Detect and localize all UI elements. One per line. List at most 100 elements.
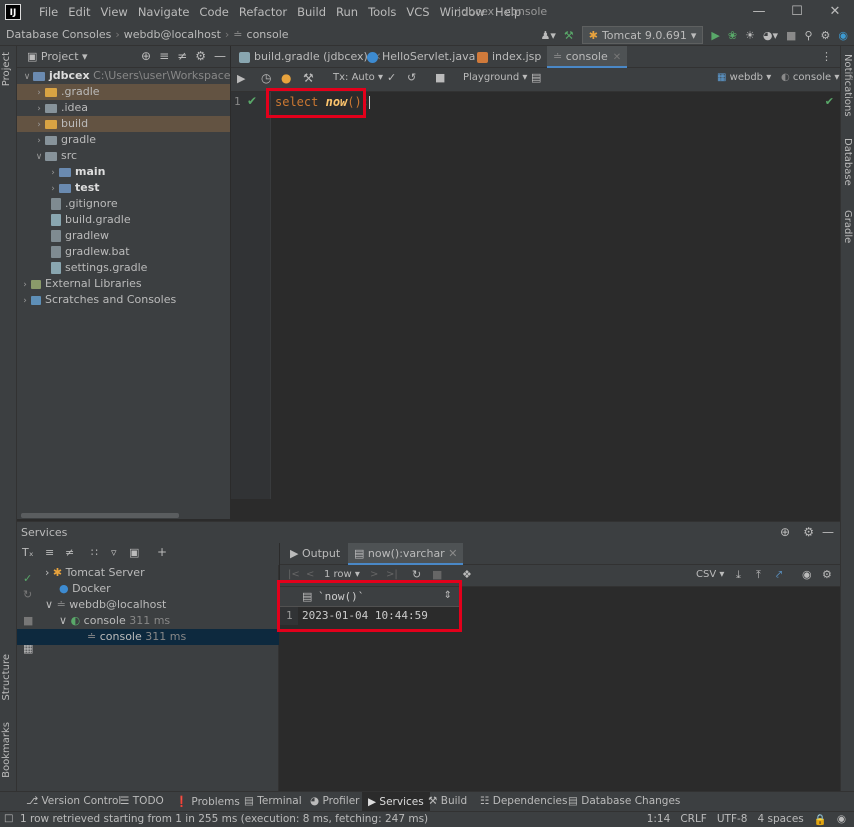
table-view-icon[interactable]: ▤ — [531, 71, 541, 84]
compare-icon[interactable]: ⤤ — [776, 568, 782, 582]
tree-item-idea[interactable]: › .idea — [17, 100, 230, 116]
status-message[interactable]: 1 row retrieved starting from 1 in 255 m… — [20, 813, 428, 825]
rollback-icon[interactable]: ↺ — [407, 71, 416, 84]
history-icon[interactable]: ◷ — [261, 71, 271, 85]
tool-todo[interactable]: ☰ TODO — [120, 795, 164, 807]
service-tomcat[interactable]: › ✱ Tomcat Server — [45, 565, 145, 581]
transaction-mode-select[interactable]: Tx: Auto ▾ — [333, 72, 383, 83]
debug-icon[interactable]: ❀ — [728, 29, 737, 42]
file-encoding[interactable]: UTF-8 — [717, 813, 748, 826]
sql-editor[interactable]: ✔ — [272, 92, 840, 499]
menu-navigate[interactable]: Navigate — [133, 5, 195, 19]
profile-icon[interactable]: ◕▾ — [763, 29, 778, 42]
view-icon[interactable]: ◉ — [802, 568, 812, 581]
explain-plan-icon[interactable]: ● — [281, 71, 291, 85]
menu-run[interactable]: Run — [331, 5, 363, 19]
cancel-icon[interactable]: ■ — [435, 71, 445, 84]
menu-code[interactable]: Code — [194, 5, 233, 19]
hide-icon[interactable]: — — [822, 525, 834, 539]
more-tabs-icon[interactable]: ⋮ — [815, 46, 838, 68]
plugin-icon[interactable]: ◉ — [838, 29, 848, 42]
service-webdb[interactable]: ∨ ≐ webdb@localhost — [45, 597, 166, 613]
upload-icon[interactable]: ⤒ — [756, 568, 761, 582]
stop-icon[interactable]: ■ — [23, 613, 33, 629]
menu-refactor[interactable]: Refactor — [234, 5, 292, 19]
menu-tools[interactable]: Tools — [363, 5, 401, 19]
structure-tool-button[interactable]: Structure — [1, 654, 12, 701]
settings-wrench-icon[interactable]: ⚒ — [303, 71, 314, 85]
collapse-all-icon[interactable]: ≠ — [65, 546, 74, 559]
breadcrumb-console[interactable]: console — [247, 28, 289, 41]
session-select[interactable]: ◐ console ▾ — [781, 72, 839, 83]
rerun-icon[interactable]: ↻ — [23, 587, 32, 603]
settings-gear-icon[interactable]: ⚙ — [822, 568, 832, 581]
menu-file[interactable]: File — [34, 5, 63, 19]
tool-version-control[interactable]: ⎇ Version Control — [26, 795, 121, 807]
tool-build[interactable]: ⚒ Build — [428, 795, 467, 807]
tree-item-scratches[interactable]: › Scratches and Consoles — [17, 292, 230, 308]
service-docker[interactable]: ● Docker — [59, 581, 111, 597]
status-window-icon[interactable]: □ — [4, 813, 13, 824]
tree-item-root[interactable]: ∨ jdbcex C:\Users\user\Workspace\stud — [17, 68, 230, 84]
tree-item-test[interactable]: › test — [17, 180, 230, 196]
add-icon[interactable]: + — [157, 545, 167, 559]
export-format-select[interactable]: CSV ▾ — [696, 569, 724, 580]
expand-all-icon[interactable]: ≡ — [45, 546, 54, 559]
tool-terminal[interactable]: ▤ Terminal — [244, 795, 302, 807]
hide-icon[interactable]: — — [214, 49, 226, 63]
menu-view[interactable]: View — [96, 5, 133, 19]
commit-icon[interactable]: ✓ — [387, 71, 396, 84]
tree-item-external-libraries[interactable]: › External Libraries — [17, 276, 230, 292]
playground-select[interactable]: Playground ▾ — [463, 72, 527, 83]
notifications-icon[interactable]: ◉ — [837, 813, 846, 826]
caret-position[interactable]: 1:14 — [647, 813, 671, 826]
tree-item-build[interactable]: › build — [17, 116, 230, 132]
tree-item-gitignore[interactable]: .gitignore — [17, 196, 230, 212]
tab-console[interactable]: ≐ console ✕ — [547, 46, 628, 68]
notifications-tool-button[interactable]: Notifications — [842, 54, 853, 117]
settings-gear-icon[interactable]: ⚙ — [195, 49, 206, 63]
row-count-select[interactable]: 1 row ▾ — [324, 569, 360, 580]
project-view-select[interactable]: ▣ Project ▾ — [27, 50, 88, 63]
stop-icon[interactable]: ■ — [786, 29, 796, 42]
settings-gear-icon[interactable]: ⚙ — [821, 29, 831, 42]
indent-setting[interactable]: 4 spaces — [757, 813, 803, 826]
maximize-icon[interactable]: ☐ — [778, 0, 816, 24]
line-ending[interactable]: CRLF — [680, 813, 707, 826]
tool-problems[interactable]: ❗ Problems — [175, 795, 240, 808]
breadcrumb-webdb[interactable]: webdb@localhost — [124, 28, 221, 41]
minimize-icon[interactable]: — — [740, 0, 778, 24]
search-icon[interactable]: ⚲ — [804, 29, 812, 42]
user-icon[interactable]: ♟▾ — [540, 29, 555, 42]
close-icon[interactable]: ✕ — [816, 0, 854, 24]
first-page-icon[interactable]: |< — [288, 569, 300, 580]
pin-icon[interactable]: ❖ — [462, 568, 472, 581]
tree-item-src[interactable]: ∨ src — [17, 148, 230, 164]
next-page-icon[interactable]: > — [370, 569, 378, 580]
tool-dependencies[interactable]: ☷ Dependencies — [480, 795, 568, 807]
tree-item-gradle[interactable]: › gradle — [17, 132, 230, 148]
group-by-icon[interactable]: ∷ — [91, 546, 98, 559]
menu-vcs[interactable]: VCS — [401, 5, 434, 19]
lock-icon[interactable]: 🔒 — [814, 813, 827, 826]
settings-gear-icon[interactable]: ⚙ — [803, 525, 814, 539]
menu-build[interactable]: Build — [292, 5, 331, 19]
tab-output[interactable]: ▶ Output — [290, 547, 340, 560]
tree-item-gradlew[interactable]: gradlew — [17, 228, 230, 244]
tab-result[interactable]: ▤ now():varchar ✕ — [348, 543, 464, 565]
coverage-icon[interactable]: ☀ — [745, 29, 755, 42]
locate-icon[interactable]: ⊕ — [141, 49, 151, 63]
project-tool-button[interactable]: Project — [1, 52, 12, 86]
run-icon[interactable]: ▶ — [711, 29, 719, 42]
service-console-run[interactable]: ≐ console 311 ms — [17, 629, 279, 645]
tree-item-build-gradle[interactable]: build.gradle — [17, 212, 230, 228]
close-tab-icon[interactable]: ✕ — [448, 547, 457, 560]
expand-all-icon[interactable]: ≡ — [159, 49, 169, 63]
tool-services[interactable]: ▶ Services — [362, 792, 430, 812]
tree-item-main[interactable]: › main — [17, 164, 230, 180]
filter-icon[interactable]: ▿ — [111, 546, 117, 559]
new-tab-icon[interactable]: ▣ — [129, 546, 139, 559]
project-horizontal-scrollbar[interactable] — [21, 513, 179, 518]
tree-item-settings-gradle[interactable]: settings.gradle — [17, 260, 230, 276]
download-icon[interactable]: ⤓ — [736, 568, 741, 582]
